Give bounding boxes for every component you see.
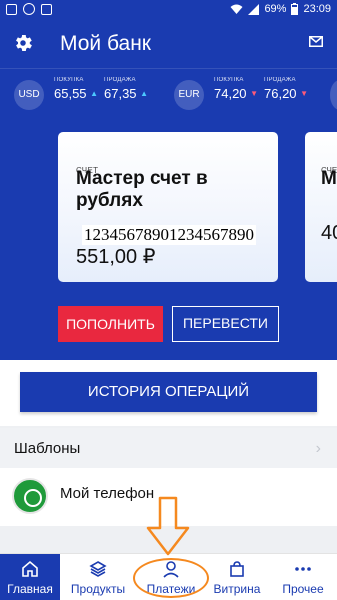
exchange-rates: USD ПОКУПКА 65,55 ▲ ПРОДАЖА 67,35 ▲ EUR … <box>0 68 337 122</box>
arrow-up-icon: ▲ <box>90 89 99 98</box>
more-icon <box>295 567 311 571</box>
image-notification-icon <box>6 3 17 15</box>
account-name: Мд <box>321 168 337 189</box>
nav-home[interactable]: Главная <box>0 554 60 600</box>
account-balance: 40 <box>321 222 337 244</box>
account-number: 12345678901234567890 <box>82 225 256 245</box>
eur-buy-value: 74,20 <box>214 86 247 101</box>
signal-icon <box>248 3 260 15</box>
annotation-arrow-icon <box>146 496 190 556</box>
page-title: Мой банк <box>60 32 151 55</box>
account-card-next[interactable]: СЧЕТ Мд 40 <box>305 132 337 282</box>
annotation-highlight <box>133 558 209 598</box>
eur-sell-caption: ПРОДАЖА <box>264 77 296 83</box>
app-notification-icon <box>41 3 52 15</box>
nav-label: Главная <box>7 582 53 596</box>
layers-icon <box>89 561 107 577</box>
account-balance: 551,00 ₽ <box>76 246 156 268</box>
accounts-section: СЧЕТ Мастер счет в рублях 12345678901234… <box>0 122 337 360</box>
usd-sell-caption: ПРОДАЖА <box>104 77 136 83</box>
shopping-bag-icon <box>230 561 244 577</box>
eur-buy-caption: ПОКУПКА <box>214 77 244 83</box>
arrow-up-icon: ▲ <box>140 89 149 98</box>
transfer-button[interactable]: ПЕРЕВЕСТИ <box>172 306 279 342</box>
eur-sell: ПРОДАЖА 76,20 ▼ <box>264 77 308 101</box>
home-icon <box>22 560 38 577</box>
nav-label: Прочее <box>282 582 324 596</box>
nav-products[interactable]: Продукты <box>64 554 132 600</box>
eur-buy: ПОКУПКА 74,20 ▼ <box>214 77 258 101</box>
currency-usd-badge: USD <box>14 80 44 110</box>
battery-icon <box>291 3 299 15</box>
usd-buy: ПОКУПКА 65,55 ▲ <box>54 77 98 101</box>
app-header: Мой банк <box>0 20 337 68</box>
arrow-down-icon: ▼ <box>250 89 259 98</box>
topup-button[interactable]: ПОПОЛНИТЬ <box>58 306 163 342</box>
mail-icon[interactable] <box>309 36 323 47</box>
battery-percent: 69% <box>264 3 287 15</box>
nav-showcase[interactable]: Витрина <box>205 554 269 600</box>
nav-more[interactable]: Прочее <box>271 554 335 600</box>
templates-title: Шаблоны <box>14 440 81 457</box>
wifi-icon <box>230 4 243 14</box>
template-label: Мой телефон <box>60 485 155 502</box>
gear-icon[interactable] <box>12 32 34 54</box>
templates-header[interactable]: Шаблоны › <box>0 428 337 468</box>
arrow-down-icon: ▼ <box>300 89 309 98</box>
currency-eur-badge: EUR <box>174 80 204 110</box>
usd-buy-value: 65,55 <box>54 86 87 101</box>
account-card[interactable]: СЧЕТ Мастер счет в рублях 12345678901234… <box>58 132 278 282</box>
nav-label: Продукты <box>70 582 126 596</box>
usd-buy-caption: ПОКУПКА <box>54 77 84 83</box>
clock: 23:09 <box>303 3 331 15</box>
eur-sell-value: 76,20 <box>264 86 297 101</box>
usd-sell: ПРОДАЖА 67,35 ▲ <box>104 77 148 101</box>
alarm-notification-icon <box>23 3 35 15</box>
nav-label: Витрина <box>213 582 261 596</box>
currency-next-badge <box>330 80 337 110</box>
usd-sell-value: 67,35 <box>104 86 137 101</box>
history-section: ИСТОРИЯ ОПЕРАЦИЙ <box>0 360 337 426</box>
chevron-right-icon: › <box>315 440 321 457</box>
history-button[interactable]: ИСТОРИЯ ОПЕРАЦИЙ <box>20 372 317 412</box>
account-name: Мастер счет в рублях <box>76 168 208 211</box>
operator-logo-icon <box>12 478 48 514</box>
status-bar: 69% 23:09 <box>0 0 337 20</box>
